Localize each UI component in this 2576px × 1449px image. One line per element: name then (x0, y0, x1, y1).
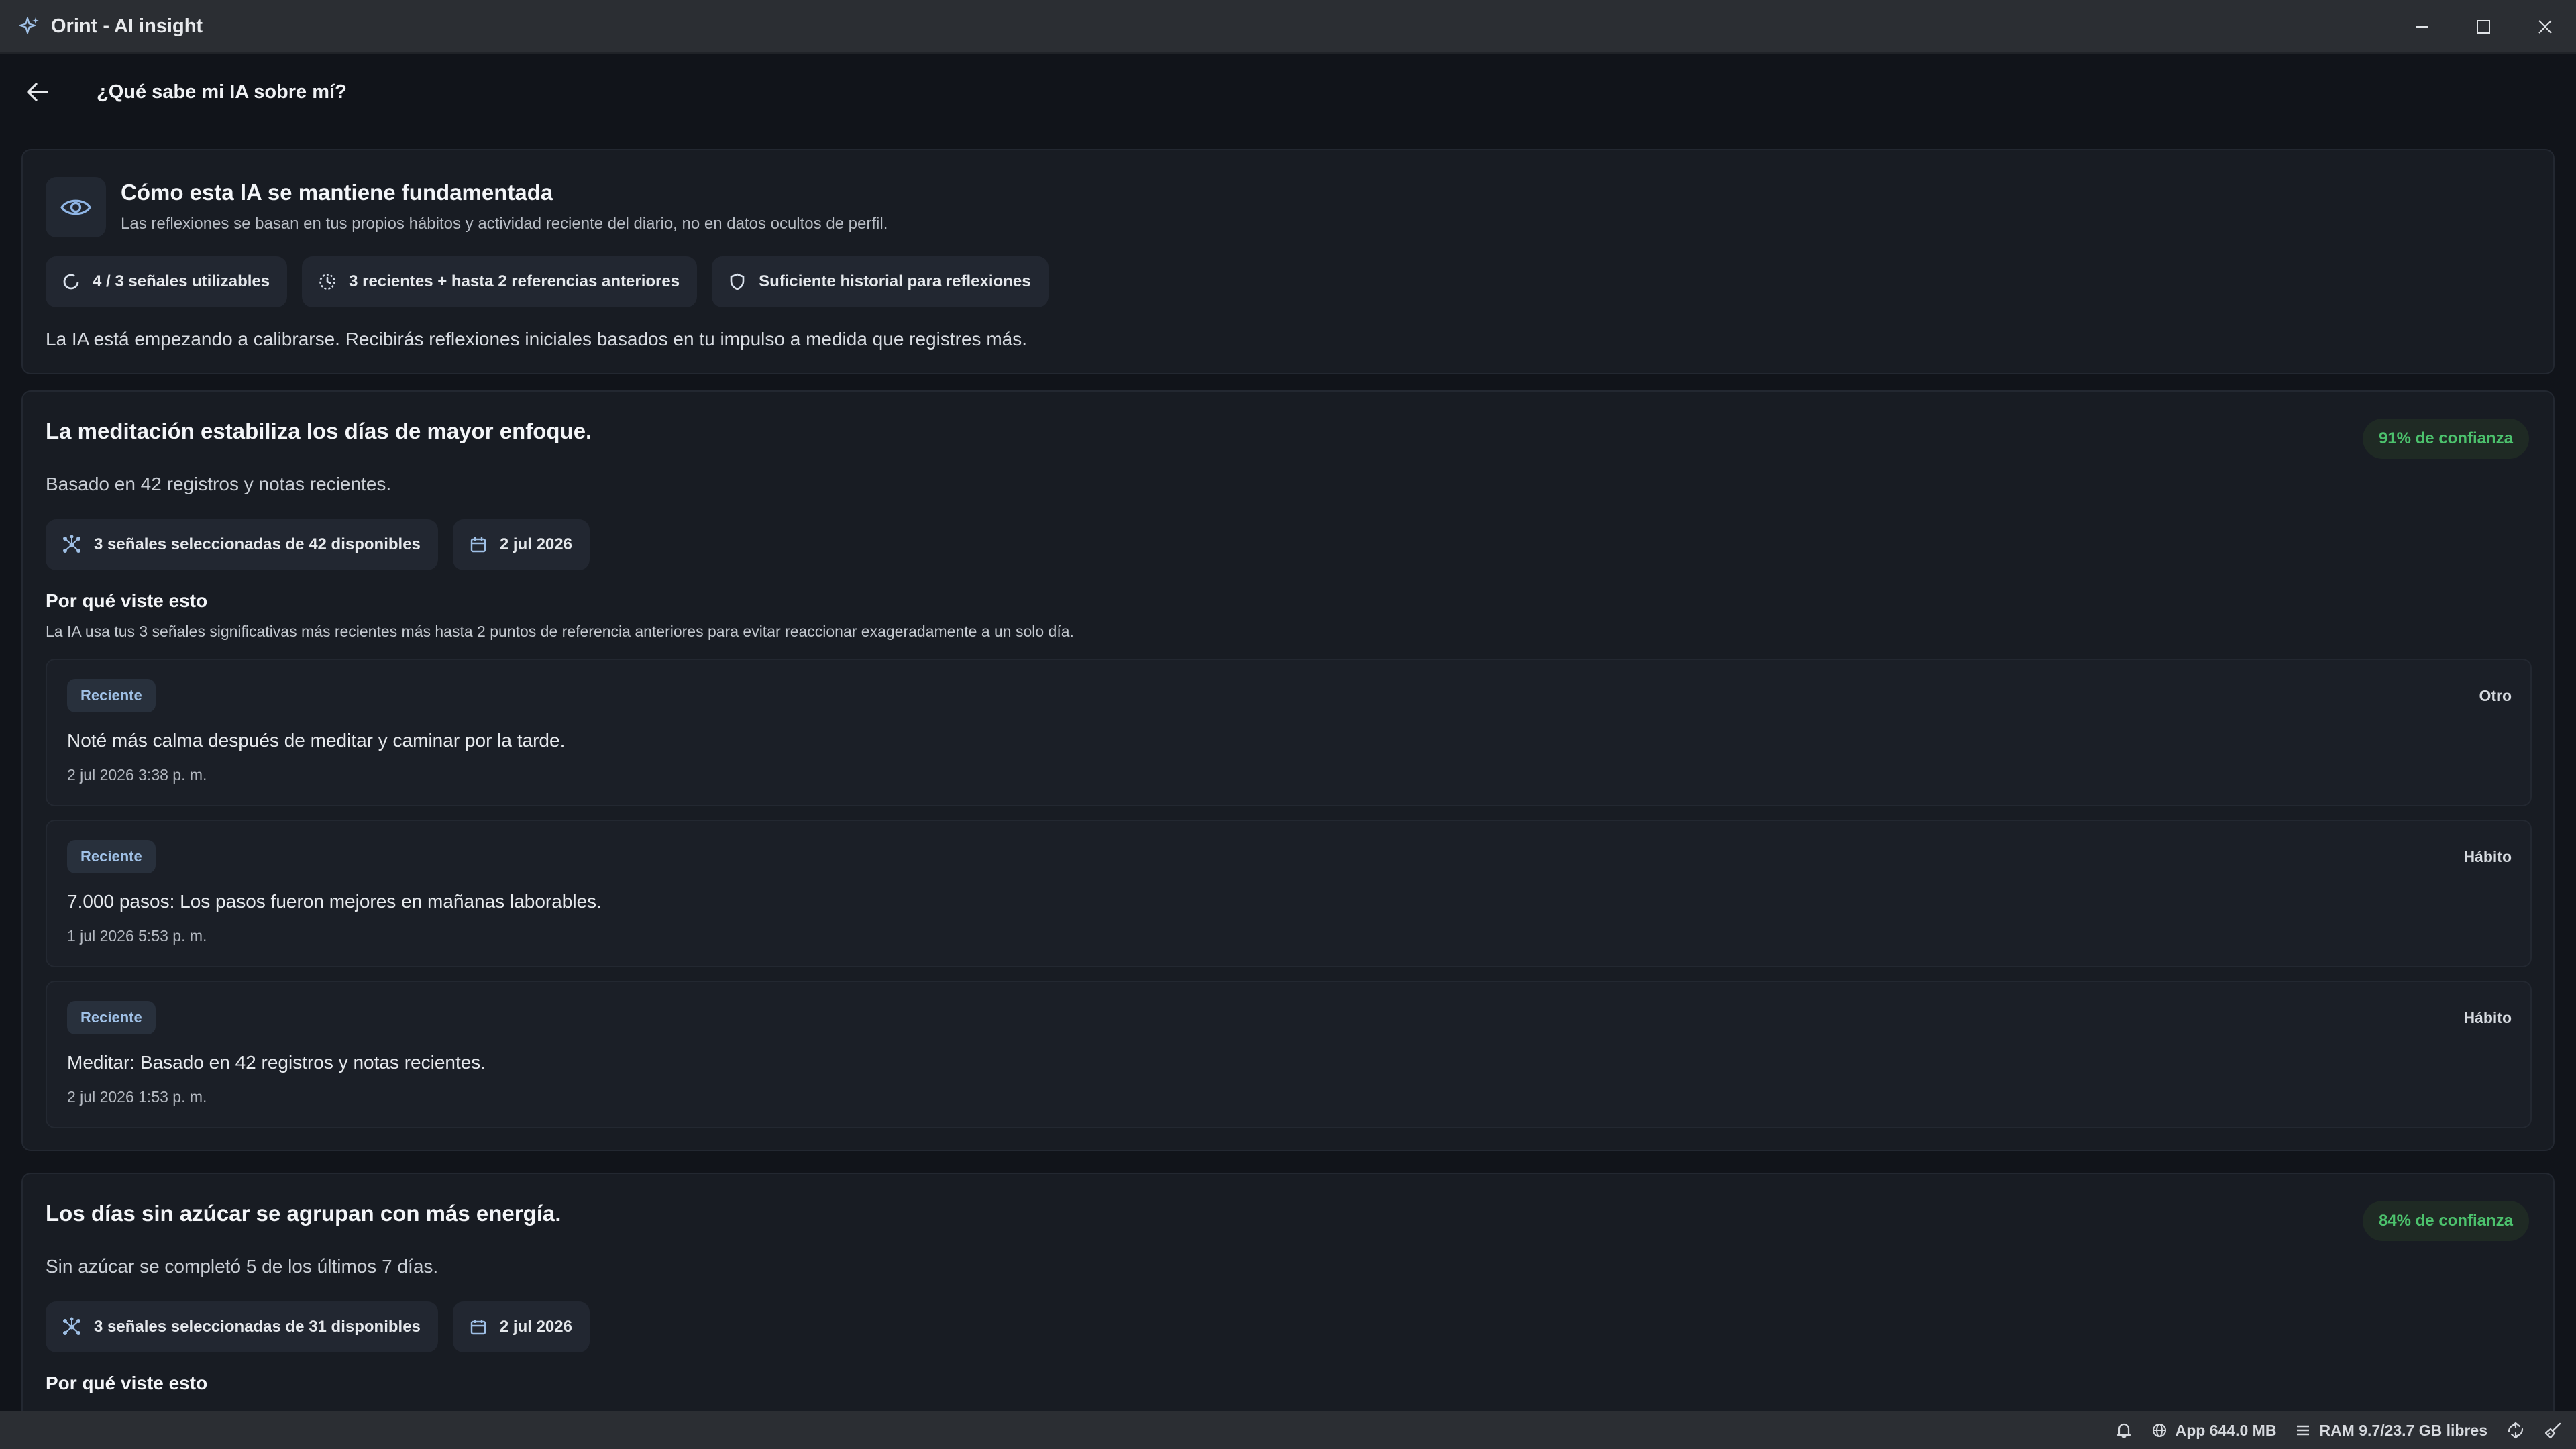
grounding-card: Cómo esta IA se mantiene fundamentada La… (21, 149, 2555, 374)
circle-progress-icon (63, 274, 79, 290)
recent-tag: Reciente (67, 840, 156, 873)
insight-description: Basado en 42 registros y notas recientes… (46, 474, 392, 494)
usable-signals-chip: 4 / 3 señales utilizables (46, 256, 288, 307)
chip-label: 2 jul 2026 (499, 535, 572, 553)
signal-text: 7.000 pasos: Los pasos fueron mejores en… (67, 891, 602, 912)
why-text: La IA usa tus 3 señales significativas m… (46, 623, 1074, 640)
chip-label: Suficiente historial para reflexiones (759, 272, 1031, 290)
maximize-button[interactable] (2453, 0, 2514, 54)
chip-label: 3 recientes + hasta 2 referencias anteri… (349, 272, 680, 290)
sparkle-icon (17, 14, 42, 38)
signal-date: 2 jul 2026 3:38 p. m. (67, 766, 207, 784)
history-chip: Suficiente historial para reflexiones (712, 256, 1049, 307)
network-icon (63, 535, 80, 553)
why-title: Por qué viste esto (46, 590, 208, 611)
signal-kind: Hábito (2463, 848, 2512, 865)
window-title: Orint - AI insight (51, 15, 203, 37)
page-title: ¿Qué sabe mi IA sobre mí? (97, 80, 347, 103)
chip-label: 4 / 3 señales utilizables (93, 272, 270, 290)
insight-card[interactable]: Los días sin azúcar se agrupan con más e… (21, 1173, 2555, 1449)
broom-icon[interactable] (2544, 1421, 2563, 1440)
memory-icon (2297, 1425, 2310, 1436)
signal-date: 2 jul 2026 1:53 p. m. (67, 1088, 207, 1106)
maximize-icon (2477, 20, 2490, 34)
calendar-icon (470, 537, 486, 553)
title-bar: Orint - AI insight (0, 0, 2576, 54)
signal-item: Reciente Hábito 7.000 pasos: Los pasos f… (46, 820, 2532, 967)
calendar-icon (470, 1320, 486, 1335)
app-memory: App 644.0 MB (2151, 1421, 2277, 1440)
insight-title: La meditación estabiliza los días de may… (46, 419, 592, 443)
insight-title: Los días sin azúcar se agrupan con más e… (46, 1201, 561, 1226)
close-button[interactable] (2514, 0, 2576, 54)
app-memory-label: App 644.0 MB (2175, 1421, 2277, 1439)
signal-date: 1 jul 2026 5:53 p. m. (67, 927, 207, 945)
minimize-button[interactable] (2391, 0, 2453, 54)
bell-icon[interactable] (2115, 1421, 2133, 1439)
why-title: Por qué viste esto (46, 1373, 208, 1393)
ram-usage: RAM 9.7/23.7 GB libres (2295, 1421, 2487, 1440)
confidence-badge: 84% de confianza (2362, 1201, 2529, 1241)
date-chip: 2 jul 2026 (452, 1301, 590, 1352)
back-button[interactable] (17, 72, 58, 112)
signal-kind: Otro (2479, 687, 2512, 704)
insight-card[interactable]: La meditación estabiliza los días de may… (21, 390, 2555, 1151)
minimize-icon (2416, 26, 2428, 28)
shield-icon (730, 273, 745, 290)
recent-tag: Reciente (67, 1001, 156, 1034)
chip-label: 3 señales seleccionadas de 42 disponible… (94, 535, 421, 553)
signal-text: Meditar: Basado en 42 registros y notas … (67, 1052, 486, 1073)
signal-text: Noté más calma después de meditar y cami… (67, 730, 566, 751)
globe-icon (2152, 1424, 2166, 1437)
recent-tag: Reciente (67, 679, 156, 712)
eye-icon (46, 177, 106, 237)
recent-references-chip: 3 recientes + hasta 2 referencias anteri… (302, 256, 698, 307)
signal-item: Reciente Otro Noté más calma después de … (46, 659, 2532, 806)
arrow-left-icon (27, 83, 48, 101)
confidence-badge: 91% de confianza (2362, 419, 2529, 459)
signal-item: Reciente Hábito Meditar: Basado en 42 re… (46, 981, 2532, 1128)
clock-icon (319, 274, 335, 290)
network-icon (63, 1317, 80, 1335)
signal-kind: Hábito (2463, 1009, 2512, 1026)
status-bar: App 644.0 MB RAM 9.7/23.7 GB libres (0, 1411, 2576, 1449)
insight-description: Sin azúcar se completó 5 de los últimos … (46, 1256, 439, 1277)
grounding-subtitle: Las reflexiones se basan en tus propios … (121, 215, 888, 233)
grounding-title: Cómo esta IA se mantiene fundamentada (121, 180, 553, 205)
date-chip: 2 jul 2026 (452, 519, 590, 570)
ram-label: RAM 9.7/23.7 GB libres (2319, 1421, 2487, 1439)
close-icon (2538, 20, 2552, 34)
chip-label: 2 jul 2026 (499, 1318, 572, 1336)
calibration-note: La IA está empezando a calibrarse. Recib… (46, 329, 1027, 350)
selected-signals-chip: 3 señales seleccionadas de 31 disponible… (46, 1301, 438, 1352)
selected-signals-chip: 3 señales seleccionadas de 42 disponible… (46, 519, 438, 570)
page-header: ¿Qué sabe mi IA sobre mí? (0, 55, 2576, 129)
recycle-icon[interactable] (2506, 1421, 2525, 1440)
chip-label: 3 señales seleccionadas de 31 disponible… (94, 1318, 421, 1336)
